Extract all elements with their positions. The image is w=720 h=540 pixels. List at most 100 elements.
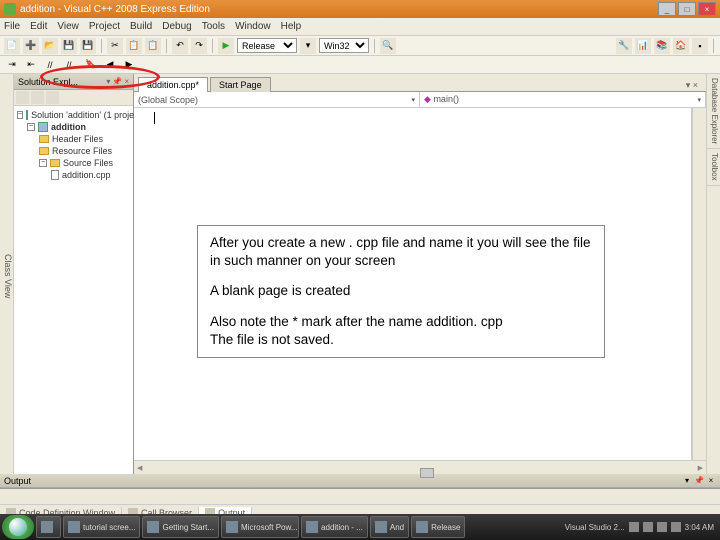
close-panel-icon[interactable]: × (706, 476, 716, 486)
taskbar-item[interactable]: addition - ... (301, 516, 368, 538)
next-bookmark-icon[interactable]: ▶ (121, 57, 137, 73)
taskbar-item[interactable]: And (370, 516, 409, 538)
database-explorer-tab[interactable]: Database Explorer (707, 74, 720, 149)
start-page-icon[interactable]: 🏠 (673, 38, 689, 54)
project-node[interactable]: − addition (17, 121, 130, 133)
open-icon[interactable]: 📂 (42, 38, 58, 54)
paste-icon[interactable]: 📋 (145, 38, 161, 54)
solution-node[interactable]: − Solution 'addition' (1 project) (17, 109, 130, 121)
cmd-window-icon[interactable]: ▪ (692, 38, 708, 54)
toolbox-tab[interactable]: Toolbox (707, 149, 720, 186)
maximize-button[interactable]: □ (678, 2, 696, 16)
collapse-icon[interactable]: − (17, 111, 23, 119)
vertical-scrollbar[interactable] (692, 108, 706, 460)
tray-icon[interactable] (657, 522, 667, 532)
folder-icon (50, 159, 60, 167)
folder-header-files[interactable]: Header Files (17, 133, 130, 145)
taskbar-item[interactable]: Microsoft Pow... (221, 516, 299, 538)
menu-edit[interactable]: Edit (30, 21, 47, 32)
find-icon[interactable]: 🔍 (380, 38, 396, 54)
titlebar: addition - Visual C++ 2008 Express Editi… (0, 0, 720, 18)
folder-label: Source Files (63, 158, 113, 168)
class-view-tab[interactable]: Class View (0, 74, 14, 474)
show-all-icon[interactable] (31, 91, 44, 104)
tray-icon[interactable] (629, 522, 639, 532)
redo-icon[interactable]: ↷ (191, 38, 207, 54)
collapse-icon[interactable]: − (39, 159, 47, 167)
folder-source-files[interactable]: − Source Files (17, 157, 130, 169)
solution-explorer-toolbar (14, 90, 133, 106)
tab-dropdown-icon[interactable]: ▾ (686, 80, 691, 90)
prev-bookmark-icon[interactable]: ◀ (102, 57, 118, 73)
new-project-icon[interactable]: 📄 (4, 38, 20, 54)
member-label: main() (433, 94, 459, 104)
config-dropdown[interactable]: Release (237, 38, 297, 53)
windows-orb-icon (9, 518, 27, 536)
add-item-icon[interactable]: ➕ (23, 38, 39, 54)
outdent-icon[interactable]: ⇤ (23, 57, 39, 73)
member-dropdown[interactable]: ◆ main() ▾ (420, 92, 706, 107)
pin-icon[interactable]: 📌 (112, 77, 122, 86)
class-view-label: Class View (3, 254, 13, 298)
undo-icon[interactable]: ↶ (172, 38, 188, 54)
output-panel-header[interactable]: Output ▾ 📌 × (0, 474, 720, 488)
taskbar-item[interactable]: tutorial scree... (63, 516, 140, 538)
scroll-thumb[interactable] (420, 468, 434, 478)
file-label: addition.cpp (62, 170, 111, 180)
solution-explorer-header[interactable]: Solution Expl... ▾ 📌 × (14, 74, 133, 90)
menu-build[interactable]: Build (130, 21, 152, 32)
bookmark-icon[interactable]: 🔖 (83, 57, 99, 73)
scope-dropdown[interactable]: (Global Scope) ▾ (134, 92, 420, 107)
document-tabstrip: addition.cpp* Start Page ▾ × (134, 74, 706, 92)
clock[interactable]: 3:04 AM (685, 523, 714, 532)
tab-start-page[interactable]: Start Page (210, 77, 271, 92)
tray-notification[interactable]: Visual Studio 2... (565, 523, 625, 532)
file-addition-cpp[interactable]: addition.cpp (17, 169, 130, 181)
solution-icon (26, 110, 28, 120)
properties-icon[interactable]: 📊 (635, 38, 651, 54)
menu-tools[interactable]: Tools (202, 21, 225, 32)
separator (166, 39, 167, 53)
start-debug-icon[interactable]: ▶ (218, 38, 234, 54)
toolbox-icon[interactable]: 🔧 (616, 38, 632, 54)
uncomment-icon[interactable]: // (61, 57, 77, 73)
volume-icon[interactable] (671, 522, 681, 532)
tab-close-icon[interactable]: × (693, 80, 698, 90)
platform-label: ▾ (300, 38, 316, 54)
menu-project[interactable]: Project (89, 21, 120, 32)
app-icon (41, 521, 53, 533)
menu-file[interactable]: File (4, 21, 20, 32)
chevron-down-icon: ▾ (411, 96, 415, 104)
dropdown-icon[interactable]: ▾ (106, 77, 110, 86)
taskbar-item[interactable]: Release (411, 516, 465, 538)
taskbar-item[interactable] (36, 516, 61, 538)
copy-icon[interactable]: 📋 (126, 38, 142, 54)
menu-view[interactable]: View (57, 21, 79, 32)
cut-icon[interactable]: ✂ (107, 38, 123, 54)
menu-help[interactable]: Help (281, 21, 302, 32)
start-button[interactable] (2, 515, 34, 539)
properties-icon[interactable] (16, 91, 29, 104)
horizontal-scrollbar[interactable]: ◀ ▶ (134, 460, 706, 474)
menu-window[interactable]: Window (235, 21, 271, 32)
save-icon[interactable]: 💾 (61, 38, 77, 54)
comment-icon[interactable]: // (42, 57, 58, 73)
folder-label: Resource Files (52, 146, 112, 156)
tray-icon[interactable] (643, 522, 653, 532)
save-all-icon[interactable]: 💾 (80, 38, 96, 54)
menu-debug[interactable]: Debug (162, 21, 191, 32)
refresh-icon[interactable] (46, 91, 59, 104)
collapse-icon[interactable]: − (27, 123, 35, 131)
dropdown-icon[interactable]: ▾ (682, 476, 692, 486)
platform-dropdown[interactable]: Win32 (319, 38, 369, 53)
minimize-button[interactable]: _ (658, 2, 676, 16)
indent-icon[interactable]: ⇥ (4, 57, 20, 73)
close-panel-icon[interactable]: × (124, 77, 129, 86)
close-button[interactable]: × (698, 2, 716, 16)
pin-icon[interactable]: 📌 (694, 476, 704, 486)
taskbar-item[interactable]: Getting Start... (142, 516, 219, 538)
obj-browser-icon[interactable]: 📚 (654, 38, 670, 54)
folder-resource-files[interactable]: Resource Files (17, 145, 130, 157)
tab-addition-cpp[interactable]: addition.cpp* (138, 77, 208, 92)
project-icon (38, 122, 48, 132)
